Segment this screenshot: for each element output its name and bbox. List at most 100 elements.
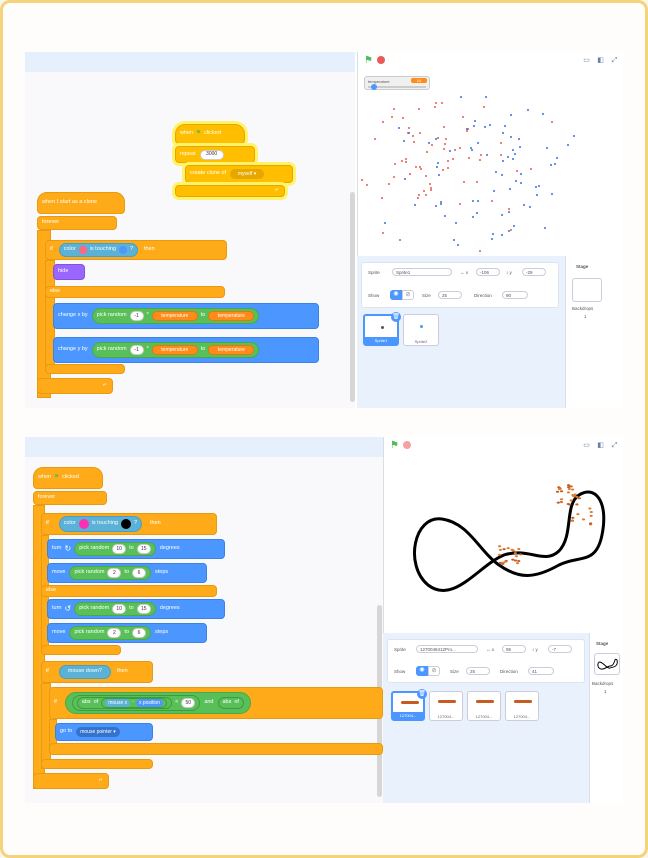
- x-input[interactable]: 95: [502, 645, 526, 653]
- delete-sprite-icon[interactable]: 🗑: [391, 312, 401, 322]
- abs-operator[interactable]: abs of: [217, 697, 244, 709]
- y-input[interactable]: -7: [548, 645, 572, 653]
- pick-random-reporter[interactable]: pick random 10 to 15: [74, 542, 156, 556]
- show-visible-icon[interactable]: ◉: [416, 666, 428, 676]
- sprite-thumbnail[interactable]: 127004...: [467, 691, 501, 721]
- sprite-thumbnail-selected[interactable]: 🗑 127004...: [391, 689, 427, 721]
- show-hidden-icon[interactable]: ⊘: [428, 666, 440, 676]
- size-input[interactable]: 25: [438, 291, 462, 299]
- turn-left-block[interactable]: turn ↺ pick random 10 to 15 degrees: [47, 599, 225, 619]
- number-input[interactable]: 15: [136, 604, 151, 614]
- forever-block[interactable]: forever: [37, 216, 117, 230]
- monitor-slider-thumb[interactable]: [371, 84, 377, 90]
- turn-right-block[interactable]: turn ↻ pick random 10 to 15 degrees: [47, 539, 225, 559]
- if-else-block[interactable]: if color is touching ? then: [45, 240, 227, 260]
- go-to-target-dropdown[interactable]: mouse pointer ▾: [76, 727, 120, 737]
- pick-random-reporter[interactable]: pick random 10 to 15: [74, 602, 156, 616]
- vertical-scrollbar[interactable]: [350, 192, 355, 402]
- when-flag-clicked-block[interactable]: when ⚑ clicked: [175, 124, 245, 144]
- move-block[interactable]: move pick random 2 to 6 steps: [47, 623, 207, 643]
- go-to-block[interactable]: go to mouse pointer ▾: [55, 723, 153, 741]
- stage[interactable]: ⚑ ▭ ◧ ⤢ temperature 10: [357, 52, 623, 256]
- stage-selector[interactable]: Stage Backdrops 1: [589, 633, 623, 803]
- number-input[interactable]: 6: [132, 628, 147, 638]
- if-mouse-down-block[interactable]: if mouse down? then: [41, 661, 153, 683]
- change-y-block[interactable]: change y by pick random -1 * temperature…: [53, 337, 319, 363]
- number-input[interactable]: 2: [107, 628, 122, 638]
- stage[interactable]: ⚑ ▭ ◧ ⤢: [383, 437, 623, 633]
- pick-random-reporter[interactable]: pick random 2 to 6: [69, 566, 152, 580]
- if-else-block[interactable]: if color is touching ? then: [41, 513, 217, 535]
- hide-block[interactable]: hide: [53, 264, 85, 280]
- temperature-variable[interactable]: temperature: [208, 345, 255, 355]
- number-input[interactable]: 10: [112, 544, 127, 554]
- mouse-down-sensor[interactable]: mouse down?: [58, 665, 111, 679]
- stage-canvas[interactable]: [358, 92, 623, 256]
- code-area[interactable]: when ⚑ clicked forever ⤶ if color is tou…: [25, 437, 383, 803]
- repeat-count-input[interactable]: 3000: [199, 149, 224, 160]
- code-area[interactable]: when ⚑ clicked repeat 3000 create clone …: [25, 52, 355, 408]
- if-abs-block[interactable]: if abs of mouse x - x position < 50 and …: [49, 687, 383, 719]
- and-operator[interactable]: abs of mouse x - x position < 50 and abs…: [64, 692, 251, 714]
- color-swatch-1[interactable]: [78, 246, 87, 254]
- stop-icon[interactable]: [376, 56, 385, 64]
- sprite-name-input[interactable]: 1270048412Pro...: [416, 645, 478, 653]
- when-flag-clicked-block[interactable]: when ⚑ clicked: [33, 467, 103, 489]
- change-x-block[interactable]: change x by pick random -1 * temperature…: [53, 303, 319, 329]
- fullscreen-icon[interactable]: ⤢: [610, 441, 619, 450]
- stage-canvas[interactable]: [384, 455, 623, 633]
- color-swatch-2[interactable]: [118, 246, 127, 254]
- show-visible-icon[interactable]: ◉: [390, 290, 402, 300]
- green-flag-icon[interactable]: ⚑: [390, 440, 399, 451]
- color-touching-color-sensor[interactable]: color is touching ?: [58, 243, 139, 257]
- sprite-thumbnail[interactable]: 127004...: [429, 691, 463, 721]
- number-input[interactable]: -1: [129, 311, 144, 321]
- number-input[interactable]: 6: [132, 568, 147, 578]
- color-swatch-1[interactable]: [78, 519, 89, 529]
- y-input[interactable]: -29: [522, 268, 546, 276]
- x-input[interactable]: -106: [476, 268, 500, 276]
- stage-thumbnail[interactable]: [572, 278, 602, 302]
- number-input[interactable]: 2: [107, 568, 122, 578]
- clone-target-dropdown[interactable]: myself ▾: [230, 169, 265, 179]
- pick-random-reporter[interactable]: pick random -1 * temperature to temperat…: [91, 308, 260, 324]
- temperature-variable[interactable]: temperature: [208, 311, 255, 321]
- subtract-operator[interactable]: mouse x - x position: [101, 698, 168, 708]
- less-than-operator[interactable]: abs of mouse x - x position < 50: [71, 695, 201, 711]
- layout-small-icon[interactable]: ▭: [582, 56, 591, 65]
- green-flag-icon[interactable]: ⚑: [364, 55, 373, 66]
- color-touching-color-sensor[interactable]: color is touching ?: [58, 516, 143, 532]
- stop-icon[interactable]: [402, 441, 411, 449]
- temperature-variable[interactable]: temperature: [151, 311, 198, 321]
- sprite-thumbnail[interactable]: Sprite2: [403, 314, 439, 346]
- number-input[interactable]: 15: [136, 544, 151, 554]
- number-input[interactable]: 10: [112, 604, 127, 614]
- forever-block[interactable]: forever: [33, 491, 107, 505]
- when-start-as-clone-block[interactable]: when I start as a clone: [37, 192, 125, 214]
- layout-large-icon[interactable]: ◧: [596, 56, 605, 65]
- sprite-thumbnail-selected[interactable]: 🗑 Sprite1: [363, 312, 401, 346]
- pick-random-reporter[interactable]: pick random -1 * temperature to temperat…: [91, 342, 260, 358]
- temperature-variable[interactable]: temperature: [151, 345, 198, 355]
- number-input[interactable]: -1: [129, 345, 144, 355]
- show-hidden-icon[interactable]: ⊘: [402, 290, 414, 300]
- create-clone-block[interactable]: create clone of myself ▾: [185, 165, 293, 183]
- fullscreen-icon[interactable]: ⤢: [610, 56, 619, 65]
- sprite-thumbnail[interactable]: 127004...: [505, 691, 539, 721]
- stage-selector[interactable]: Stage Backdrops 1: [565, 256, 623, 408]
- stage-thumbnail[interactable]: [594, 653, 620, 675]
- x-position-reporter[interactable]: x position: [135, 699, 164, 707]
- direction-input[interactable]: 41: [528, 667, 554, 675]
- delete-sprite-icon[interactable]: 🗑: [417, 689, 427, 699]
- abs-operator[interactable]: abs of mouse x - x position: [76, 697, 173, 709]
- repeat-block[interactable]: repeat 3000: [175, 146, 255, 163]
- size-input[interactable]: 25: [466, 667, 490, 675]
- number-input[interactable]: 50: [181, 698, 196, 708]
- direction-input[interactable]: 90: [502, 291, 528, 299]
- mouse-x-sensor[interactable]: mouse x: [105, 699, 131, 707]
- color-swatch-2[interactable]: [120, 519, 131, 529]
- move-block[interactable]: move pick random 2 to 6 steps: [47, 563, 207, 583]
- layout-large-icon[interactable]: ◧: [596, 441, 605, 450]
- pick-random-reporter[interactable]: pick random 2 to 6: [69, 626, 152, 640]
- sprite-name-input[interactable]: Sprite1: [392, 268, 452, 276]
